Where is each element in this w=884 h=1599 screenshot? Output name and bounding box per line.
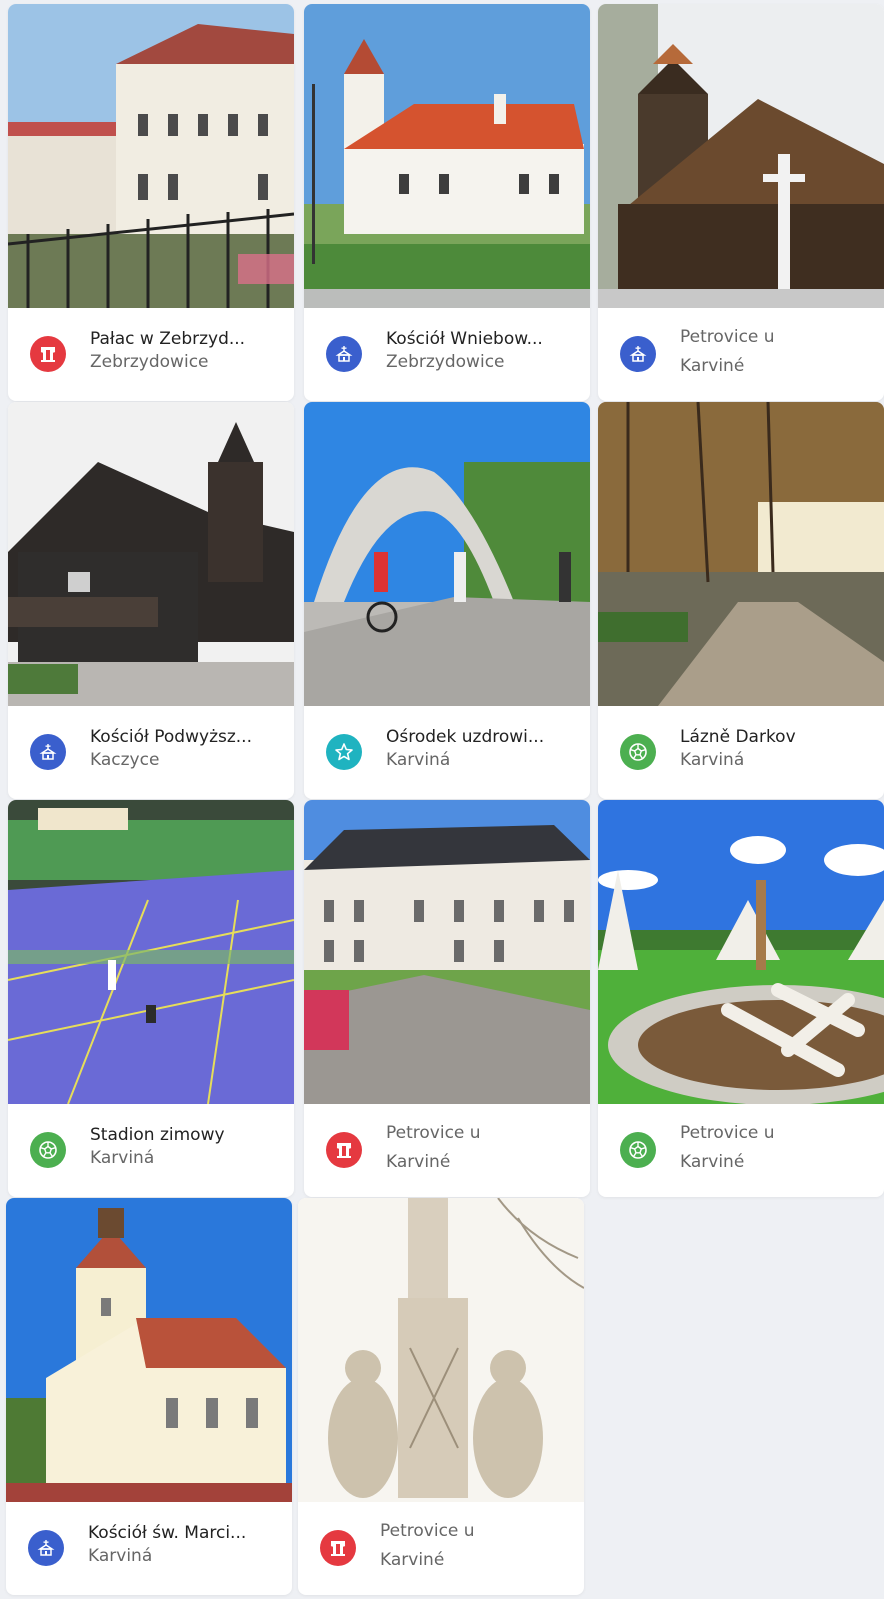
category-badge	[326, 1132, 362, 1168]
heritage-icon	[327, 1537, 349, 1559]
attraction-card[interactable]: Stadion zimowy Karviná	[8, 800, 294, 1197]
category-badge	[326, 336, 362, 372]
attraction-card[interactable]: Petrovice u Karviné	[298, 1198, 584, 1595]
church-icon	[35, 1537, 57, 1559]
category-badge	[620, 734, 656, 770]
attraction-location: Zebrzydowice	[90, 352, 209, 372]
sport-icon	[627, 1139, 649, 1161]
attraction-card[interactable]: Kościół św. Marci... Karviná	[6, 1198, 292, 1595]
attraction-card[interactable]: Pałac w Zebrzyd... Zebrzydowice	[8, 4, 294, 401]
category-badge	[320, 1530, 356, 1566]
attraction-title: Kościół Wniebow...	[386, 329, 543, 349]
attraction-title: Petrovice u	[386, 1123, 481, 1143]
heritage-icon	[333, 1139, 355, 1161]
attraction-photo	[304, 4, 590, 308]
attraction-location: Kaczyce	[90, 750, 160, 770]
category-badge	[30, 1132, 66, 1168]
attraction-title: Ośrodek uzdrowi...	[386, 727, 545, 747]
sport-icon	[37, 1139, 59, 1161]
attraction-title: Pałac w Zebrzyd...	[90, 329, 246, 349]
attraction-card[interactable]: Lázně Darkov Karviná	[598, 402, 884, 799]
attraction-location: Karviné	[680, 356, 745, 376]
attraction-info: Kościół Podwyższ... Kaczyce	[8, 706, 294, 799]
attraction-info: Petrovice u Karviné	[598, 1104, 884, 1197]
attraction-photo	[598, 800, 884, 1104]
attraction-photo	[304, 800, 590, 1104]
sport-icon	[627, 741, 649, 763]
attraction-title: Petrovice u	[680, 1123, 775, 1143]
category-badge	[620, 1132, 656, 1168]
attraction-location: Karviná	[680, 750, 745, 770]
attraction-info: Petrovice u Karviné	[304, 1104, 590, 1197]
church-icon	[333, 343, 355, 365]
attraction-location: Karviné	[680, 1152, 745, 1172]
category-badge	[30, 336, 66, 372]
attraction-photo	[304, 402, 590, 706]
attraction-info: Ośrodek uzdrowi... Karviná	[304, 706, 590, 799]
attraction-card[interactable]: Petrovice u Karviné	[598, 4, 884, 401]
attraction-location: Karviné	[386, 1152, 451, 1172]
attraction-info: Lázně Darkov Karviná	[598, 706, 884, 799]
attraction-location: Karviná	[88, 1546, 153, 1566]
category-badge	[326, 734, 362, 770]
attraction-location: Karviná	[386, 750, 451, 770]
attraction-title: Stadion zimowy	[90, 1125, 225, 1145]
attraction-title: Petrovice u	[380, 1521, 475, 1541]
attraction-photo	[598, 4, 884, 308]
attraction-card[interactable]: Ośrodek uzdrowi... Karviná	[304, 402, 590, 799]
attraction-card[interactable]: Petrovice u Karviné	[598, 800, 884, 1197]
attraction-photo	[8, 4, 294, 308]
attraction-info: Petrovice u Karviné	[298, 1502, 584, 1595]
attraction-card[interactable]: Petrovice u Karviné	[304, 800, 590, 1197]
attraction-info: Pałac w Zebrzyd... Zebrzydowice	[8, 308, 294, 401]
category-badge	[30, 734, 66, 770]
attraction-card[interactable]: Kościół Podwyższ... Kaczyce	[8, 402, 294, 799]
attraction-location: Karviné	[380, 1550, 445, 1570]
attraction-card[interactable]: Kościół Wniebow... Zebrzydowice	[304, 4, 590, 401]
category-badge	[620, 336, 656, 372]
church-icon	[627, 343, 649, 365]
attraction-info: Petrovice u Karviné	[598, 308, 884, 401]
attraction-photo	[298, 1198, 584, 1502]
attraction-info: Kościół Wniebow... Zebrzydowice	[304, 308, 590, 401]
attractions-grid: Pałac w Zebrzyd... Zebrzydowice Kościół …	[0, 0, 884, 1599]
attraction-info: Kościół św. Marci... Karviná	[6, 1502, 292, 1595]
attraction-title: Lázně Darkov	[680, 727, 796, 747]
attraction-location: Karviná	[90, 1148, 155, 1168]
attraction-photo	[598, 402, 884, 706]
attraction-location: Zebrzydowice	[386, 352, 505, 372]
attraction-photo	[6, 1198, 292, 1502]
spa-icon	[333, 741, 355, 763]
heritage-icon	[37, 343, 59, 365]
attraction-photo	[8, 402, 294, 706]
attraction-title: Petrovice u	[680, 327, 775, 347]
attraction-info: Stadion zimowy Karviná	[8, 1104, 294, 1197]
attraction-title: Kościół św. Marci...	[88, 1523, 247, 1543]
attraction-photo	[8, 800, 294, 1104]
attraction-title: Kościół Podwyższ...	[90, 727, 252, 747]
category-badge	[28, 1530, 64, 1566]
church-icon	[37, 741, 59, 763]
